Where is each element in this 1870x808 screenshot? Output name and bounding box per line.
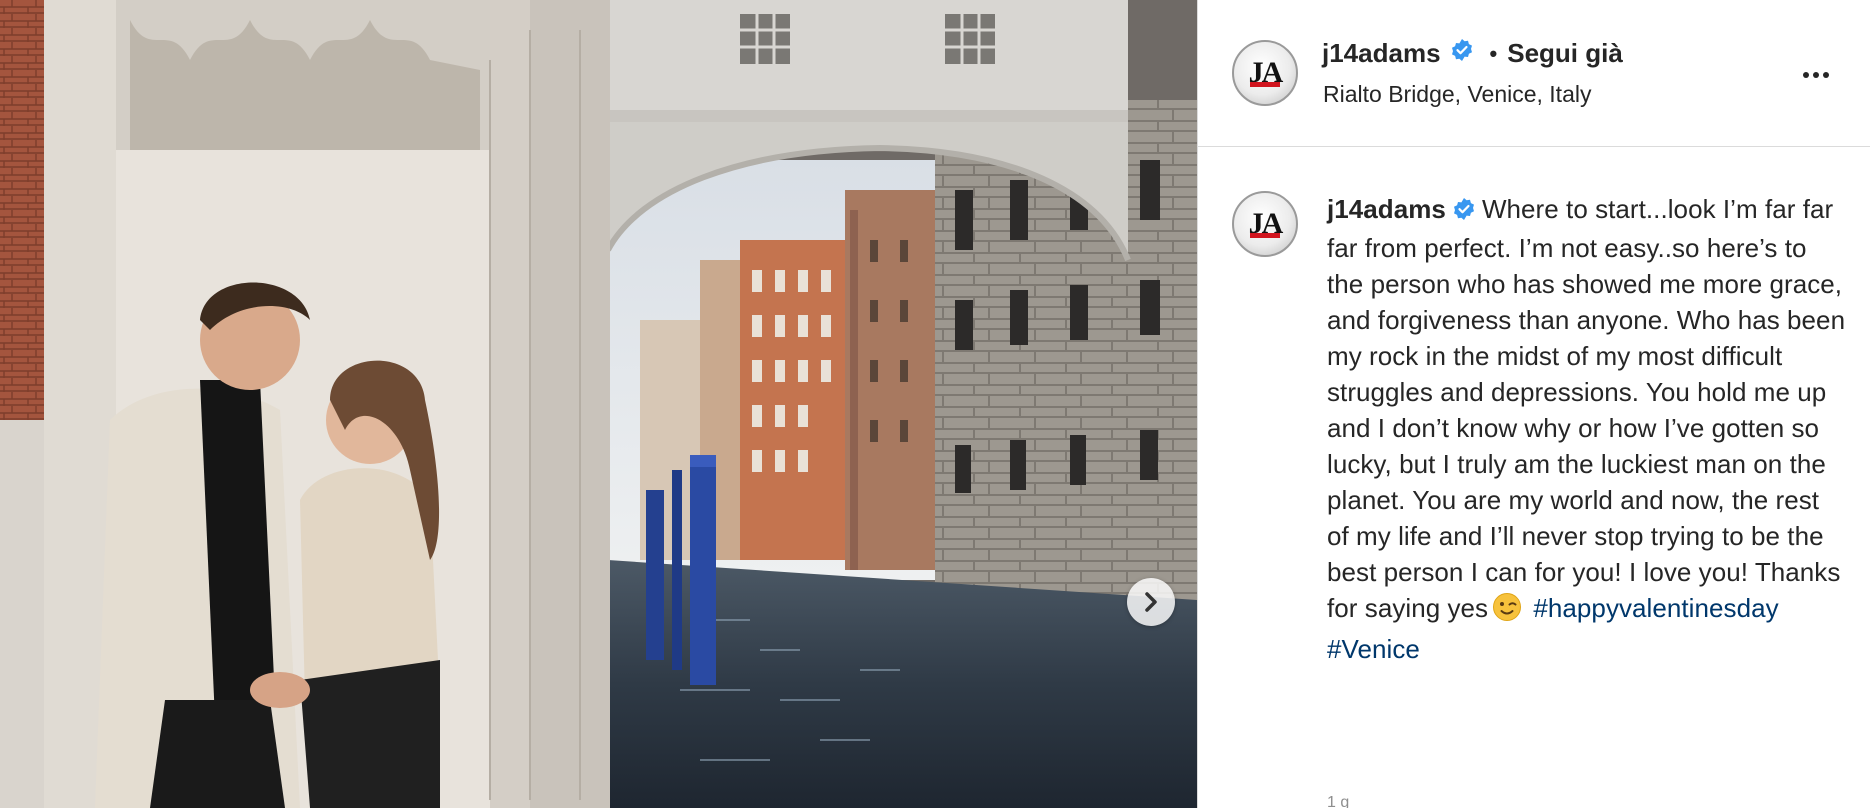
username-row: j14adams • Segui già	[1322, 38, 1623, 69]
caption-author-link[interactable]: j14adams	[1327, 194, 1446, 224]
post-time-ago: 1 g	[1327, 794, 1350, 808]
username-link[interactable]: j14adams	[1322, 38, 1441, 69]
verified-badge-icon	[1450, 38, 1474, 69]
venice-photo-illustration	[0, 0, 1197, 808]
hashtag-link[interactable]: #happyvalentinesday	[1533, 593, 1778, 623]
post-header: JA j14adams • Segui già Rialto Bridge, V…	[1198, 0, 1870, 147]
separator-dot: •	[1489, 40, 1498, 66]
avatar[interactable]: JA	[1232, 40, 1298, 106]
instagram-post: JA j14adams • Segui già Rialto Bridge, V…	[0, 0, 1870, 808]
post-side-panel: JA j14adams • Segui già Rialto Bridge, V…	[1197, 0, 1870, 808]
more-dot-icon	[1823, 72, 1829, 78]
caption-text: Where to start...look I’m far far far fr…	[1327, 194, 1846, 623]
next-photo-button[interactable]	[1127, 578, 1175, 626]
avatar-red-bar	[1250, 82, 1280, 87]
verified-badge-icon	[1452, 194, 1476, 230]
caption-avatar[interactable]: JA	[1232, 191, 1298, 257]
more-dot-icon	[1803, 72, 1809, 78]
avatar-red-bar	[1250, 233, 1280, 238]
post-photo[interactable]	[0, 0, 1197, 808]
chevron-right-icon	[1145, 592, 1157, 612]
following-button[interactable]: Segui già	[1507, 38, 1623, 69]
winking-face-emoji-icon	[1492, 592, 1522, 631]
more-options-button[interactable]	[1796, 60, 1836, 90]
post-caption: j14adams Where to start...look I’m far fa…	[1327, 191, 1847, 667]
location-link[interactable]: Rialto Bridge, Venice, Italy	[1323, 81, 1591, 108]
hashtag-link[interactable]: #Venice	[1327, 634, 1420, 664]
more-dot-icon	[1813, 72, 1819, 78]
